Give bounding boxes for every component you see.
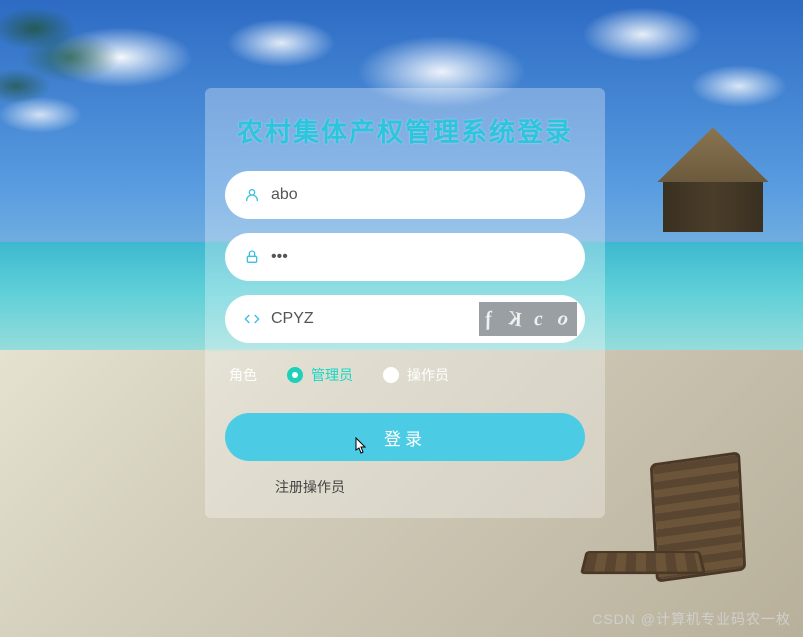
palm-decoration: [0, 0, 160, 287]
username-input[interactable]: [271, 186, 567, 204]
captcha-image[interactable]: fKco: [479, 302, 577, 336]
login-button[interactable]: 登录: [225, 413, 585, 461]
watermark-text: CSDN @计算机专业码农一枚: [592, 609, 791, 629]
beach-chair-decoration: [583, 457, 743, 597]
radio-icon: [287, 367, 303, 383]
login-panel: 农村集体产权管理系统登录 fKco: [205, 88, 605, 518]
role-row: 角色 管理员 操作员: [225, 365, 585, 385]
radio-label: 操作员: [407, 365, 449, 385]
login-title: 农村集体产权管理系统登录: [205, 112, 605, 149]
radio-label: 管理员: [311, 365, 353, 385]
captcha-input[interactable]: [271, 310, 479, 328]
user-icon: [243, 186, 261, 204]
password-input[interactable]: [271, 248, 567, 266]
username-group: [225, 171, 585, 219]
hut-decoration: [643, 127, 783, 247]
role-label: 角色: [229, 365, 257, 385]
captcha-group: fKco: [225, 295, 585, 343]
role-radio-operator[interactable]: 操作员: [383, 365, 449, 385]
register-operator-link[interactable]: 注册操作员: [225, 477, 585, 497]
radio-icon: [383, 367, 399, 383]
role-radio-admin[interactable]: 管理员: [287, 365, 353, 385]
lock-icon: [243, 248, 261, 266]
password-group: [225, 233, 585, 281]
code-icon: [243, 310, 261, 328]
